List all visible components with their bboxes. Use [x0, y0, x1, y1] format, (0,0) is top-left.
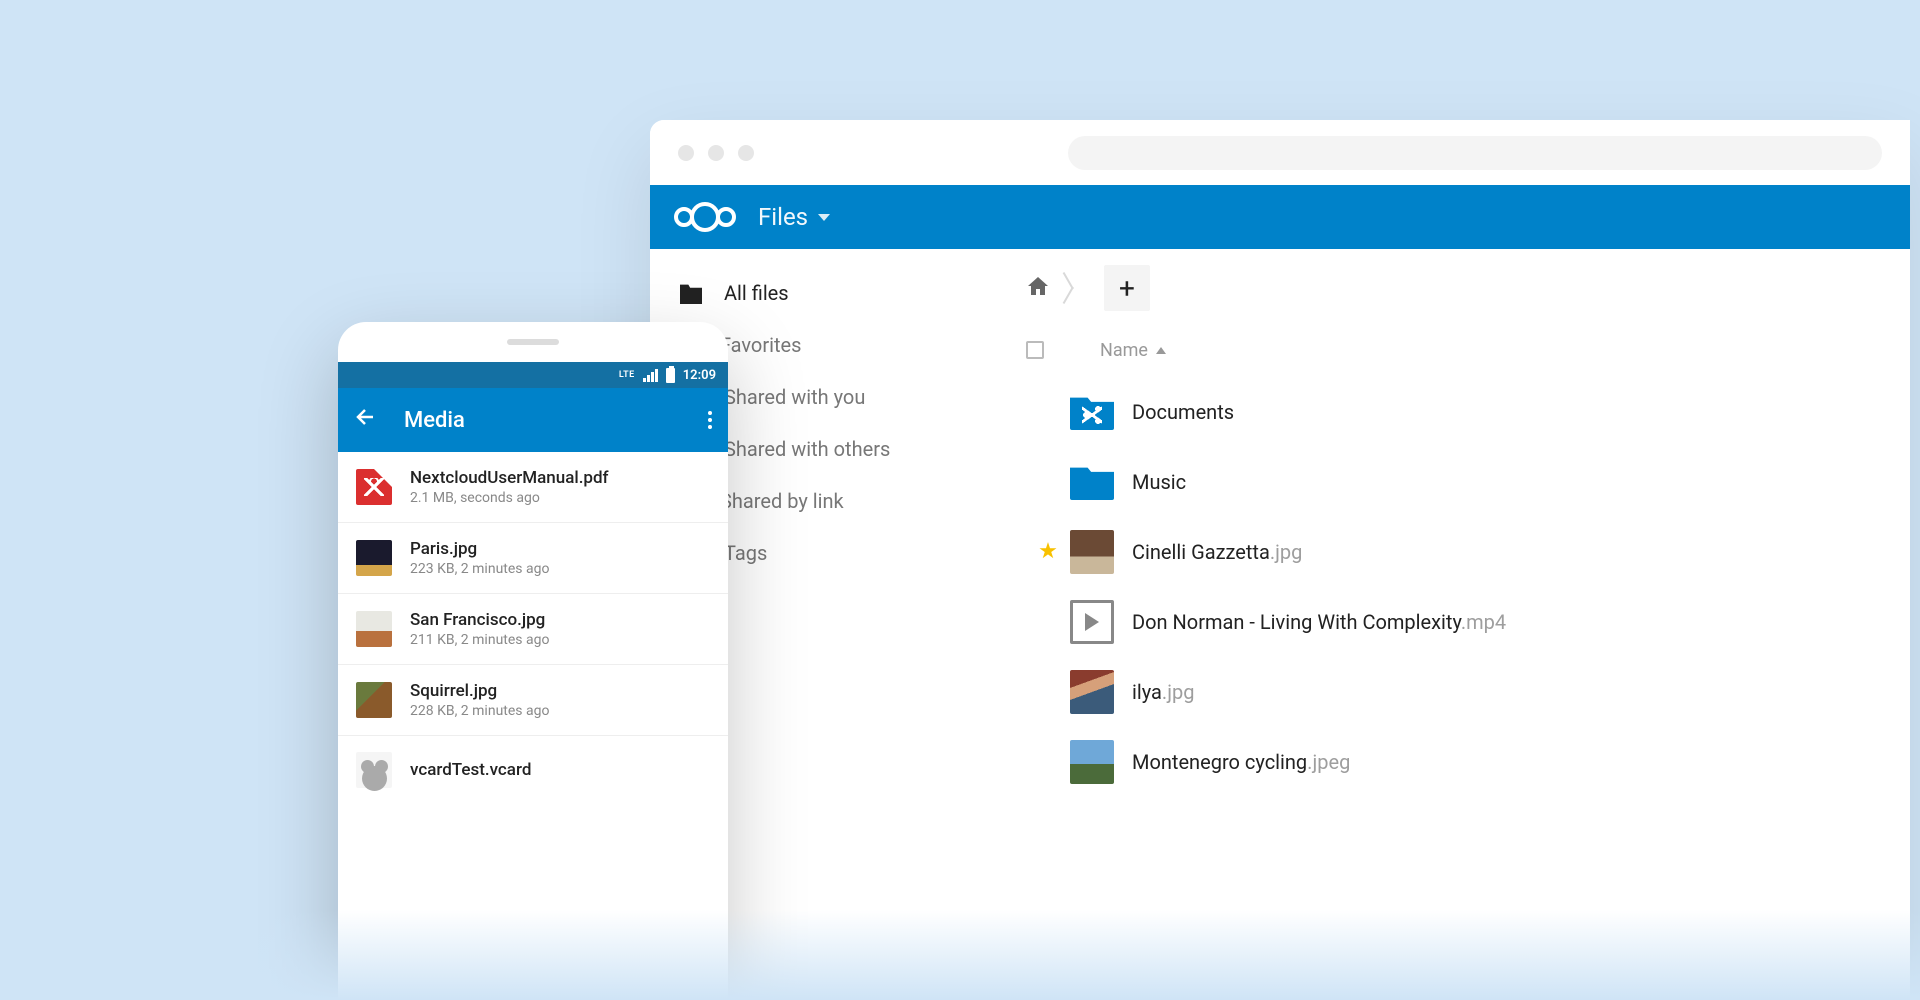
window-dot	[708, 145, 724, 161]
home-icon[interactable]	[1026, 274, 1050, 302]
overflow-menu-button[interactable]	[708, 411, 712, 429]
clock: 12:09	[683, 368, 716, 383]
phone-file-row[interactable]: San Francisco.jpg 211 KB, 2 minutes ago	[338, 593, 728, 664]
file-main-pane: + Name DocumentsMusic★Cinelli Gazzetta.j…	[1002, 249, 1910, 1000]
phone-notch	[338, 322, 728, 362]
column-header-name[interactable]: Name	[1100, 340, 1166, 361]
sidebar-item-label: Shared with you	[724, 385, 865, 409]
address-bar[interactable]	[1068, 136, 1882, 170]
file-name: Squirrel.jpg	[410, 681, 549, 701]
file-row[interactable]: Documents	[1002, 377, 1910, 447]
column-header-label: Name	[1100, 340, 1148, 361]
app-picker-label: Files	[758, 203, 808, 231]
phone-header-title: Media	[404, 408, 682, 433]
chevron-down-icon	[818, 214, 830, 221]
file-meta: 2.1 MB, seconds ago	[410, 490, 609, 506]
image-thumbnail	[1070, 670, 1114, 714]
file-extension: .jpg	[1270, 540, 1303, 564]
file-extension: .mp4	[1461, 610, 1506, 634]
image-thumbnail	[356, 611, 392, 647]
phone-frame: LTE 12:09 Media NextcloudUserManual.pdf 2…	[338, 322, 728, 1000]
arrow-left-icon	[354, 405, 378, 429]
sidebar-item-all-files[interactable]: All files	[650, 267, 1002, 319]
signal-icon	[643, 369, 658, 382]
battery-icon	[666, 368, 675, 383]
file-name: Music	[1132, 470, 1186, 494]
back-button[interactable]	[354, 405, 378, 435]
file-name: ilya	[1132, 680, 1162, 704]
phone-app-header: Media	[338, 388, 728, 452]
video-thumbnail-icon	[1070, 600, 1114, 644]
file-name: Documents	[1132, 400, 1234, 424]
favorite-star-icon[interactable]: ★	[1038, 541, 1058, 563]
shared-folder-icon	[1070, 394, 1114, 430]
file-meta: 223 KB, 2 minutes ago	[410, 561, 549, 577]
plus-icon: +	[1119, 272, 1135, 305]
breadcrumb-separator-icon	[1068, 271, 1086, 305]
status-bar: LTE 12:09	[338, 362, 728, 388]
file-row[interactable]: Music	[1002, 447, 1910, 517]
file-name: vcardTest.vcard	[410, 760, 531, 780]
sidebar-item-label: Tags	[724, 541, 767, 565]
browser-chrome-bar	[650, 120, 1910, 185]
file-row[interactable]: Montenegro cycling.jpeg	[1002, 727, 1910, 797]
app-picker-dropdown[interactable]: Files	[758, 203, 830, 231]
sidebar-item-label: Shared by link	[720, 489, 844, 513]
folder-icon	[680, 282, 702, 304]
image-thumbnail	[1070, 530, 1114, 574]
pdf-icon	[356, 469, 392, 505]
file-row[interactable]: ★ Cinelli Gazzetta.jpg	[1002, 517, 1910, 587]
sidebar-item-label: All files	[724, 281, 789, 305]
file-name: Don Norman - Living With Complexity	[1132, 610, 1461, 634]
image-thumbnail	[356, 540, 392, 576]
folder-icon	[1070, 464, 1114, 500]
breadcrumb-bar: +	[1002, 249, 1910, 327]
file-name: NextcloudUserManual.pdf	[410, 468, 609, 488]
image-thumbnail	[1070, 740, 1114, 784]
file-list-header: Name	[1002, 327, 1910, 373]
phone-file-row[interactable]: vcardTest.vcard	[338, 735, 728, 804]
new-button[interactable]: +	[1104, 265, 1150, 311]
file-row[interactable]: ilya.jpg	[1002, 657, 1910, 727]
sort-ascending-icon	[1156, 347, 1166, 354]
file-name: San Francisco.jpg	[410, 610, 549, 630]
file-name: Paris.jpg	[410, 539, 549, 559]
file-meta: 211 KB, 2 minutes ago	[410, 632, 549, 648]
phone-file-list: NextcloudUserManual.pdf 2.1 MB, seconds a…	[338, 452, 728, 804]
phone-file-row[interactable]: Squirrel.jpg 228 KB, 2 minutes ago	[338, 664, 728, 735]
file-name: Cinelli Gazzetta	[1132, 540, 1270, 564]
sidebar-item-label: Shared with others	[724, 437, 890, 461]
sidebar-item-label: Favorites	[720, 333, 802, 357]
select-all-checkbox[interactable]	[1026, 341, 1044, 359]
window-dot	[678, 145, 694, 161]
browser-window: Files All files ★ Favorites Shared with …	[650, 120, 1910, 1000]
image-thumbnail	[356, 682, 392, 718]
contacts-icon	[356, 752, 392, 788]
window-dot	[738, 145, 754, 161]
phone-file-row[interactable]: NextcloudUserManual.pdf 2.1 MB, seconds a…	[338, 452, 728, 522]
file-meta: 228 KB, 2 minutes ago	[410, 703, 549, 719]
nextcloud-logo-icon	[674, 202, 736, 232]
network-label: LTE	[619, 370, 635, 380]
phone-file-row[interactable]: Paris.jpg 223 KB, 2 minutes ago	[338, 522, 728, 593]
app-header: Files	[650, 185, 1910, 249]
file-extension: .jpeg	[1307, 750, 1350, 774]
file-extension: .jpg	[1162, 680, 1195, 704]
file-row[interactable]: Don Norman - Living With Complexity.mp4	[1002, 587, 1910, 657]
file-name: Montenegro cycling	[1132, 750, 1307, 774]
